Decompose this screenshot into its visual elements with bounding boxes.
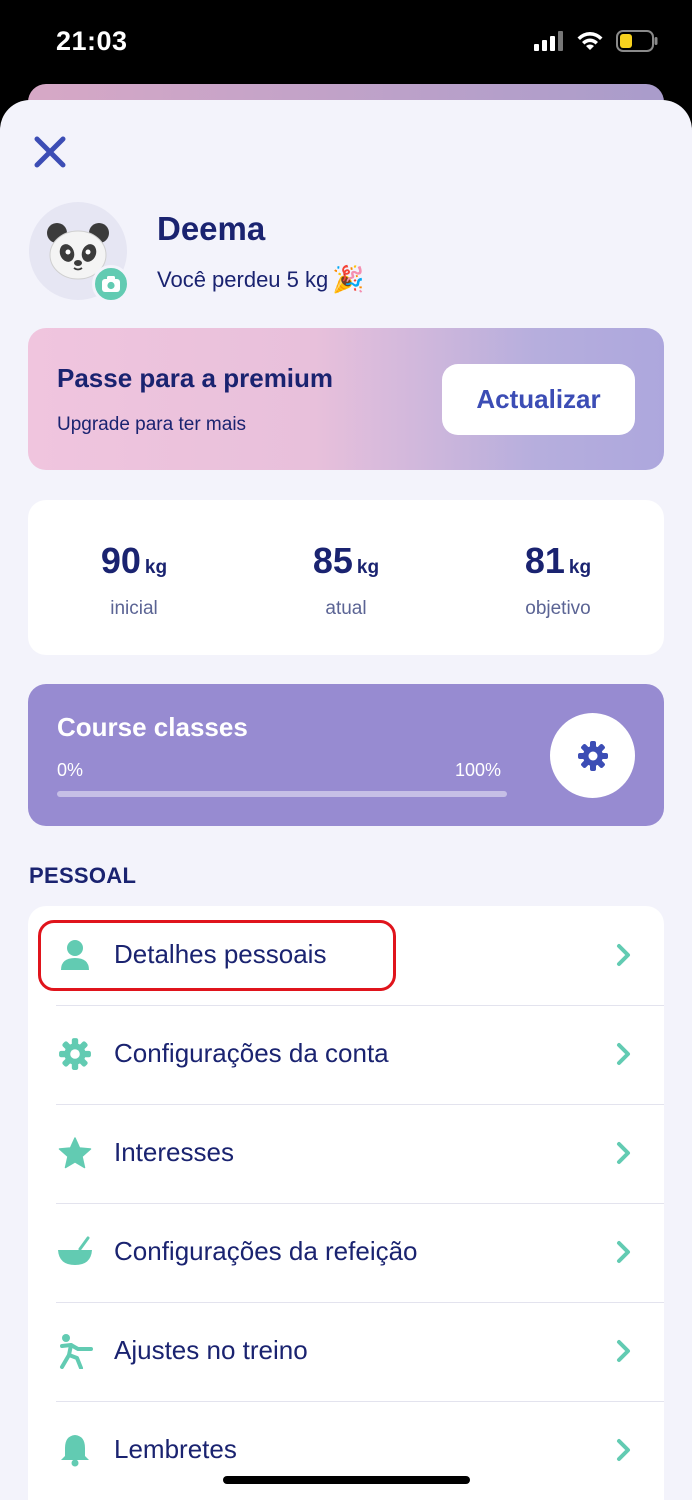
close-icon	[34, 136, 66, 168]
selection-highlight	[38, 920, 396, 991]
stat-value: 81	[524, 540, 565, 581]
close-button[interactable]	[30, 132, 70, 172]
bowl-icon	[57, 1234, 93, 1270]
section-heading: PESSOAL	[29, 863, 137, 888]
weight-stats-card: 90 kg inicial 85 kg atual 81 kg objetivo	[28, 500, 664, 655]
profile-sheet: Deema Você perdeu 5 kg 🎉 Passe para a pr…	[0, 100, 692, 1500]
stat-unit: kg	[144, 557, 168, 578]
course-title: Course classes	[57, 712, 248, 742]
stat-label: atual	[325, 598, 367, 619]
battery-icon	[616, 30, 658, 52]
camera-icon	[102, 276, 120, 292]
stat-value: 85	[312, 540, 353, 581]
menu-item-label: Ajustes no treino	[114, 1335, 308, 1365]
premium-title: Passe para a premium	[57, 363, 334, 393]
progress-bar	[57, 791, 507, 797]
chevron-right-icon	[617, 1439, 630, 1461]
chevron-right-icon	[617, 1142, 630, 1164]
menu-item-reminders[interactable]: Lembretes	[28, 1401, 664, 1500]
chevron-right-icon	[617, 1340, 630, 1362]
stat-label: inicial	[110, 598, 158, 619]
menu-item-interests[interactable]: Interesses	[28, 1104, 664, 1203]
user-name: Deema	[157, 210, 266, 247]
exercise-icon	[57, 1333, 93, 1369]
course-settings-button[interactable]	[550, 713, 635, 798]
menu-item-label: Lembretes	[114, 1434, 237, 1464]
weight-lost-text: Você perdeu 5 kg 🎉	[157, 264, 365, 295]
chevron-right-icon	[617, 1241, 630, 1263]
status-time: 21:03	[56, 26, 128, 56]
stat-unit: kg	[568, 557, 592, 578]
party-popper-icon: 🎉	[332, 264, 365, 294]
change-photo-button[interactable]	[92, 265, 130, 303]
personal-menu: Detalhes pessoais Configurações da conta…	[28, 906, 664, 1500]
signal-icon	[534, 31, 563, 51]
weight-lost-label: Você perdeu 5 kg	[157, 266, 329, 292]
premium-subtitle: Upgrade para ter mais	[57, 414, 247, 435]
home-indicator[interactable]	[223, 1476, 470, 1484]
star-icon	[57, 1135, 93, 1171]
stat-unit: kg	[356, 557, 380, 578]
wifi-icon	[577, 32, 603, 50]
menu-item-label: Configurações da refeição	[114, 1236, 418, 1266]
course-classes-card[interactable]: Course classes 0% 100%	[28, 684, 664, 826]
menu-item-meal-settings[interactable]: Configurações da refeição	[28, 1203, 664, 1302]
progress-min-label: 0%	[57, 760, 84, 780]
gear-icon	[57, 1036, 93, 1072]
progress-max-label: 100%	[455, 760, 502, 780]
menu-item-account-settings[interactable]: Configurações da conta	[28, 1005, 664, 1104]
chevron-right-icon	[617, 944, 630, 966]
stat-initial: 90 kg inicial	[28, 540, 240, 620]
menu-item-label: Configurações da conta	[114, 1038, 389, 1068]
stat-goal: 81 kg objetivo	[452, 540, 664, 620]
stat-value: 90	[100, 540, 141, 581]
stat-current: 85 kg atual	[240, 540, 452, 620]
gear-icon	[577, 740, 608, 771]
bell-icon	[57, 1432, 93, 1468]
menu-item-label: Interesses	[114, 1137, 234, 1167]
chevron-right-icon	[617, 1043, 630, 1065]
avatar[interactable]	[29, 202, 130, 303]
menu-item-workout-settings[interactable]: Ajustes no treino	[28, 1302, 664, 1401]
upgrade-button[interactable]: Actualizar	[442, 364, 635, 435]
status-icons	[534, 30, 658, 52]
stat-label: objetivo	[525, 598, 591, 619]
premium-banner: Passe para a premium Upgrade para ter ma…	[28, 328, 664, 470]
status-bar: 21:03	[0, 0, 692, 90]
